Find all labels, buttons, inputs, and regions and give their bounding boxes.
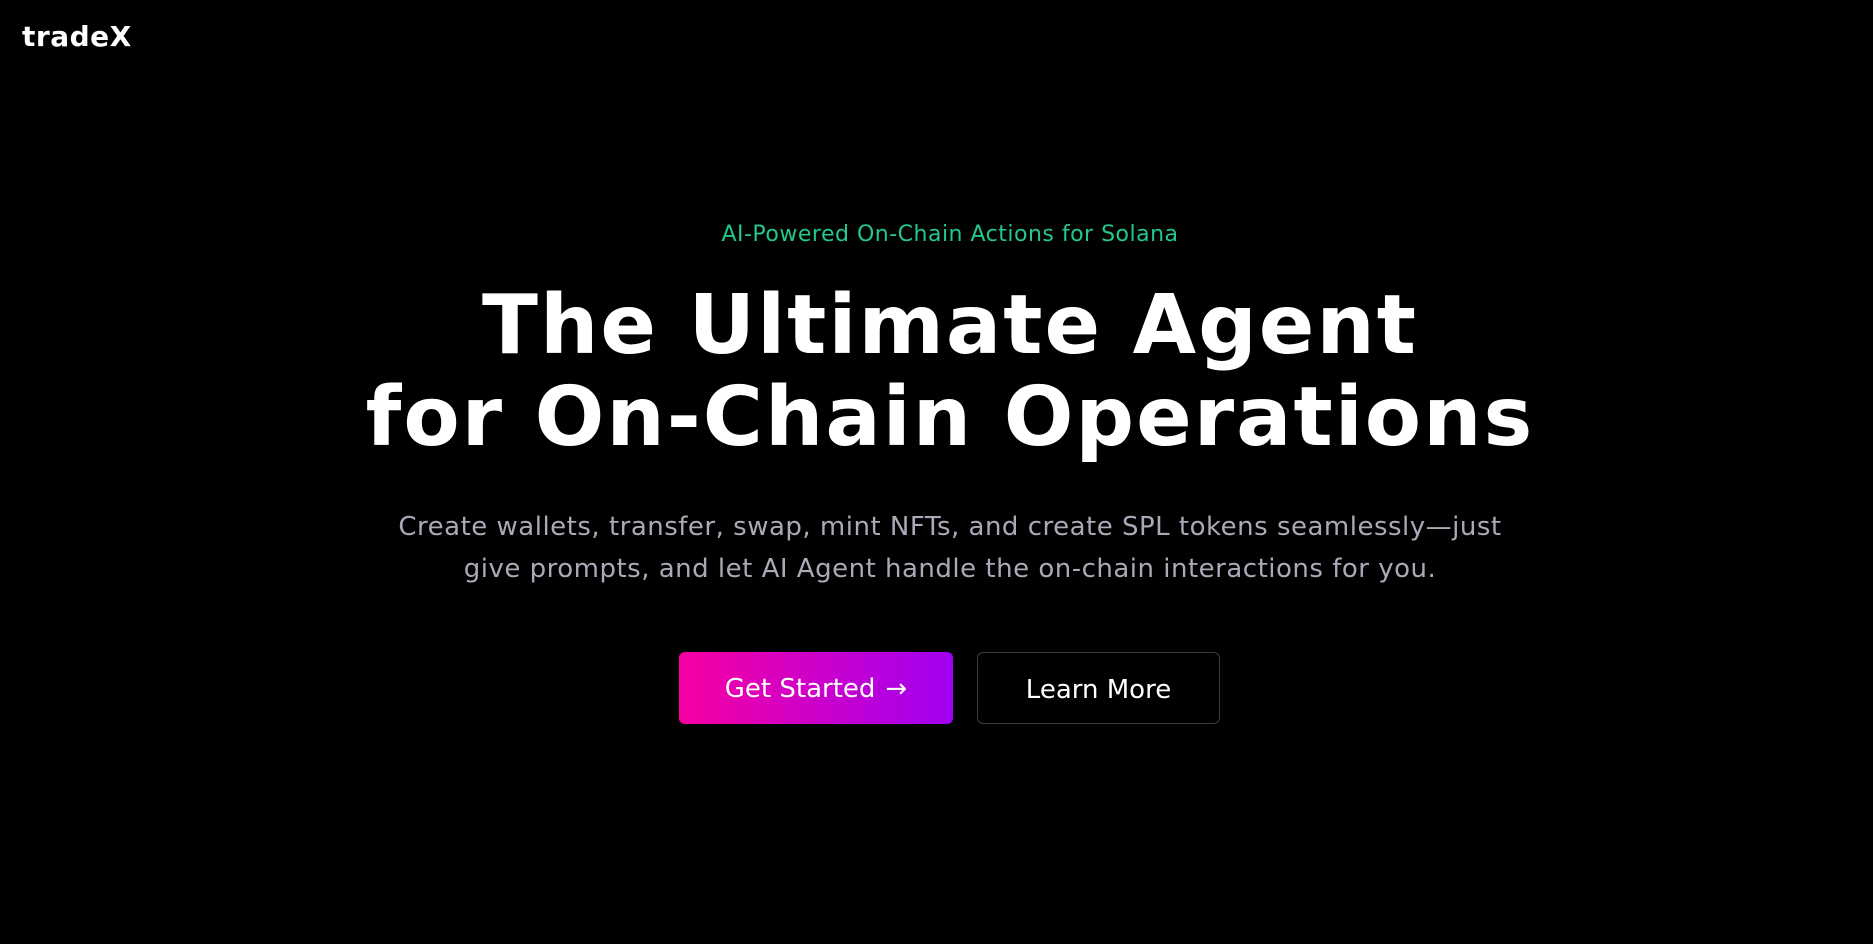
arrow-right-icon: → [885, 674, 908, 704]
get-started-label: Get Started [724, 674, 876, 704]
landing-page: tradeX AI-Powered On-Chain Actions for S… [0, 0, 1873, 944]
learn-more-button[interactable]: Learn More [977, 652, 1220, 724]
hero-subtitle: Create wallets, transfer, swap, mint NFT… [398, 512, 1502, 584]
hero-eyebrow: AI-Powered On-Chain Actions for Solana [721, 222, 1179, 247]
hero-headline: The Ultimate Agent for On-Chain Operatio… [0, 280, 1873, 464]
learn-more-label: Learn More [1025, 675, 1172, 705]
hero-headline-line1: The Ultimate Agent [482, 278, 1418, 373]
hero-headline-line2: for On-Chain Operations [365, 370, 1535, 465]
get-started-button[interactable]: Get Started → [679, 652, 953, 724]
brand-logo[interactable]: tradeX [22, 20, 132, 53]
